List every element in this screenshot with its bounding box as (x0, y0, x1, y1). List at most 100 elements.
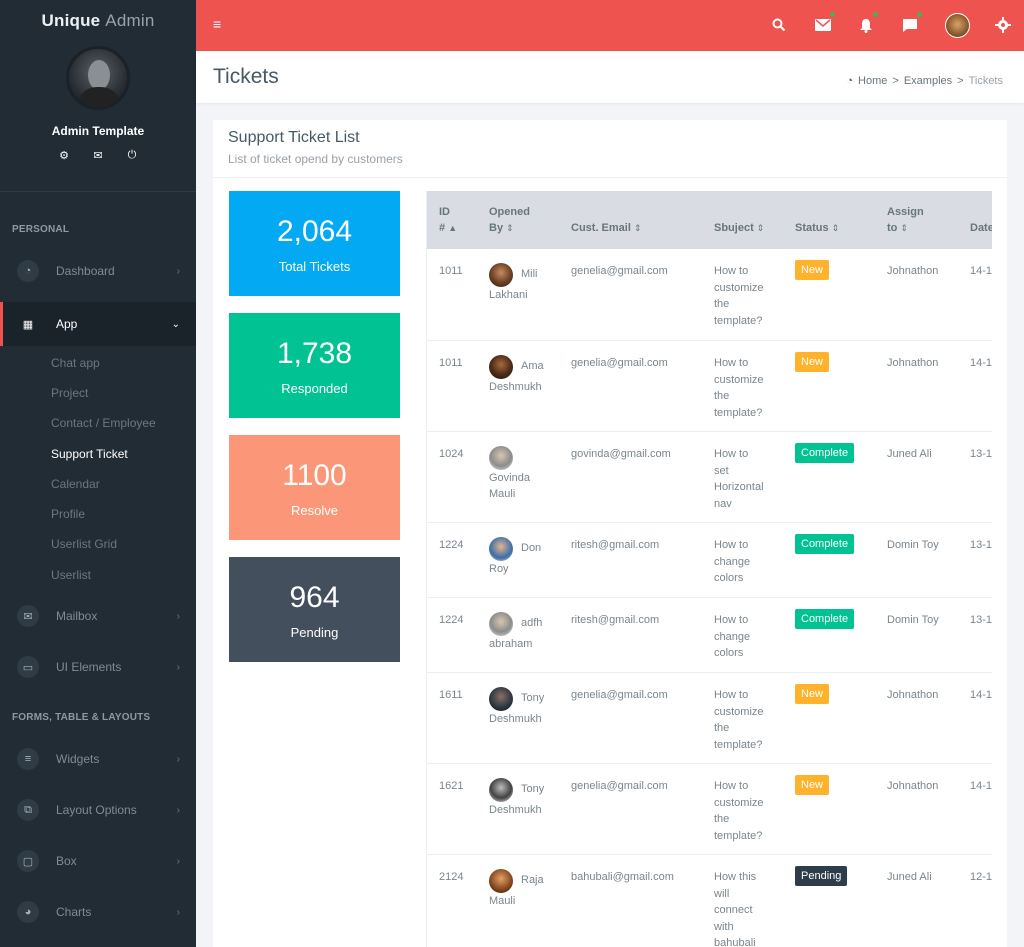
stat-total-tickets: 2,064 Total Tickets (229, 191, 400, 296)
customer-email[interactable]: govinda@gmail.com (571, 446, 671, 463)
brand-logo[interactable]: Unique Admin (0, 0, 196, 42)
ticket-id: 1011 (439, 357, 463, 369)
ticket-subject[interactable]: How to customize the template? (714, 355, 764, 421)
col-header-status[interactable]: Status ⇕ (795, 220, 839, 236)
customer-email[interactable]: genelia@gmail.com (571, 355, 668, 372)
col-header-opened-by[interactable]: Opened By ⇕ (489, 204, 530, 236)
col-header-subject[interactable]: Sbuject ⇕ (714, 220, 764, 236)
sidebar-item-dashboard[interactable]: ◔ Dashboard › (0, 251, 196, 291)
col-header-email[interactable]: Cust. Email ⇕ (571, 220, 642, 236)
ticket-id: 1024 (439, 448, 464, 460)
sidebar-item-ui-elements[interactable]: ▭ UI Elements › (0, 647, 196, 687)
ticket-subject[interactable]: How to change colors (714, 612, 750, 662)
assigned-to: Juned Ali (887, 871, 932, 883)
ticket-date: 14-10 (970, 689, 992, 701)
table-row[interactable]: 1011 Ama Deshmukh genelia@gmail.com How to cu… (427, 341, 992, 432)
subitem-profile[interactable]: Profile (51, 507, 85, 521)
avatar (489, 446, 513, 470)
brand-light: Admin (105, 11, 155, 30)
subject-line: customize (714, 373, 764, 386)
sidebar-item-widgets[interactable]: ≡ Widgets › (0, 739, 196, 779)
mail-icon: ✉ (17, 605, 39, 627)
sort-icon: ⇕ (756, 223, 765, 233)
stat-value: 1,738 (276, 337, 353, 370)
table-row[interactable]: 1224 adfh abraham ritesh@gmail.com How to cha… (427, 598, 992, 673)
table-row[interactable]: 1224 Don Roy ritesh@gmail.com How to change co… (427, 523, 992, 598)
subitem-chat-app[interactable]: Chat app (51, 356, 100, 370)
layout-icon: ⧉ (17, 799, 39, 821)
mail-icon[interactable]: ✉ (86, 146, 110, 164)
power-icon[interactable]: ⏻ (120, 146, 144, 164)
ticket-subject[interactable]: How to customize the template? (714, 263, 764, 329)
ticket-subject[interactable]: How this will connect with bahubali (714, 869, 756, 947)
menu-icon[interactable]: ≡ (213, 16, 221, 32)
ticket-id: 1611 (439, 689, 463, 701)
gear-icon[interactable]: ⚙ (52, 146, 76, 164)
ticket-id: 1224 (439, 539, 464, 551)
sidebar-item-app[interactable]: ▦ App ⌄ (0, 302, 196, 346)
chevron-right-icon: › (176, 265, 180, 277)
mail-icon[interactable] (812, 14, 834, 36)
subject-line: customize (714, 705, 764, 718)
table-row[interactable]: 1011 Mili Lakhani genelia@gmail.com How to cu… (427, 249, 992, 341)
mail-status-dot (830, 12, 835, 17)
chevron-right-icon: › (176, 661, 180, 673)
stat-value: 964 (289, 581, 340, 614)
subitem-userlist[interactable]: Userlist (51, 568, 91, 582)
col-header-id[interactable]: ID # ▲ (439, 204, 457, 236)
table-row[interactable]: 2124 Raja Mauli bahubali@gmail.com How this w… (427, 855, 992, 947)
customer-email[interactable]: genelia@gmail.com (571, 263, 668, 280)
col-header-assign[interactable]: Assign to ⇕ (887, 204, 924, 236)
customer-email[interactable]: genelia@gmail.com (571, 778, 668, 795)
dashboard-icon: ◔ (17, 260, 39, 282)
customer-email[interactable]: ritesh@gmail.com (571, 537, 659, 554)
subject-line: the (714, 722, 730, 734)
stat-label: Responded (281, 381, 348, 396)
subitem-calendar[interactable]: Calendar (51, 477, 100, 491)
chat-icon[interactable] (899, 14, 921, 36)
avatar[interactable] (945, 13, 970, 38)
subitem-support-ticket[interactable]: Support Ticket (51, 447, 128, 461)
breadcrumb-examples[interactable]: Examples (904, 75, 952, 87)
stat-resolve: 1100 Resolve (229, 435, 400, 540)
subitem-contact-employee[interactable]: Contact / Employee (51, 416, 156, 430)
sidebar-item-box[interactable]: ▢ Box › (0, 841, 196, 881)
subject-line: template? (714, 829, 763, 842)
breadcrumb: ◔ Home > Examples > Tickets (846, 75, 1003, 87)
table-row[interactable]: 1024 Govinda GovindaMauli govinda@gmail.com… (427, 432, 992, 523)
ticket-subject[interactable]: How to set Horizontal nav (714, 446, 764, 512)
menu-icon: ≡ (17, 748, 39, 770)
status-badge: New (795, 260, 830, 280)
sidebar-item-layout-options[interactable]: ⧉ Layout Options › (0, 790, 196, 830)
sidebar-item-charts[interactable]: ◕ Charts › (0, 892, 196, 932)
subject-line: customize (714, 281, 764, 294)
table-row[interactable]: 1611 Tony Deshmukh genelia@gmail.com How to c… (427, 673, 992, 764)
subject-line: How to (714, 539, 749, 551)
subitem-userlist-grid[interactable]: Userlist Grid (51, 537, 117, 551)
ticket-subject[interactable]: How to change colors (714, 537, 750, 587)
sidebar-item-mailbox[interactable]: ✉ Mailbox › (0, 596, 196, 636)
sort-icon: ⇕ (506, 223, 514, 233)
bell-icon[interactable] (855, 14, 877, 36)
subitem-project[interactable]: Project (51, 386, 88, 400)
table-row[interactable]: 1621 Tony Deshmukh genelia@gmail.com How to c… (427, 764, 992, 855)
customer-email[interactable]: ritesh@gmail.com (571, 612, 659, 629)
settings-icon[interactable] (992, 14, 1014, 36)
ticket-subject[interactable]: How to customize the template? (714, 778, 764, 844)
subject-line: change (714, 555, 751, 568)
avatar (489, 778, 513, 802)
user-avatar[interactable] (66, 46, 130, 110)
customer-email[interactable]: bahubali@gmail.com (571, 869, 674, 886)
ticket-card: Support Ticket List List of ticket opend… (213, 120, 1007, 947)
ticket-subject[interactable]: How to customize the template? (714, 687, 764, 753)
col-header-date[interactable]: Date (970, 220, 992, 236)
divider (0, 191, 196, 192)
page-header: Tickets ◔ Home > Examples > Tickets (196, 51, 1024, 103)
breadcrumb-home[interactable]: Home (858, 75, 887, 87)
user-name[interactable]: Admin Template (0, 124, 196, 138)
customer-email[interactable]: genelia@gmail.com (571, 687, 668, 704)
subject-line: template? (714, 314, 763, 327)
opened-by-second-line: GovindaMauli (489, 486, 515, 503)
opened-by-last: Deshmukh (489, 381, 542, 393)
search-icon[interactable] (768, 14, 790, 36)
